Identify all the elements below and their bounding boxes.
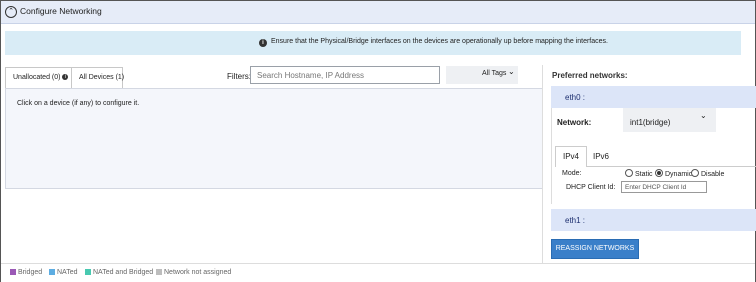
radio-selected-icon <box>655 169 663 177</box>
legend-item-bridged: Bridged <box>10 269 42 276</box>
legend-item-nated-bridged: NATed and Bridged <box>85 269 153 276</box>
info-message: Ensure that the Physical/Bridge interfac… <box>271 38 608 45</box>
legend-swatch <box>85 269 91 275</box>
radio-icon <box>691 169 699 177</box>
configure-networking-panel: ⌃ Configure Networking i Ensure that the… <box>0 0 756 282</box>
legend-label: Bridged <box>18 269 43 276</box>
legend-label: Network not assigned <box>164 269 232 276</box>
chevron-down-icon: ⌄ <box>700 111 707 120</box>
mode-radio-dynamic[interactable]: Dynamic <box>655 169 692 178</box>
tab-unallocated[interactable]: Unallocated (0) i <box>5 67 73 88</box>
network-label: Network: <box>557 118 592 127</box>
divider <box>542 65 543 265</box>
mode-dynamic-label: Dynamic <box>665 171 693 178</box>
tab-ipv6[interactable]: IPv6 <box>585 146 615 167</box>
legend-swatch <box>10 269 16 275</box>
info-icon: i <box>62 74 69 81</box>
legend-label: NATed and Bridged <box>93 269 154 276</box>
network-select-value: int1(bridge) <box>630 118 671 127</box>
reassign-networks-button[interactable]: REASSIGN NETWORKS <box>551 239 639 259</box>
ip-version-tabs: IPv4 IPv6 <box>555 146 756 167</box>
dhcp-client-id-label: DHCP Client Id: <box>566 184 616 191</box>
legend: Bridged NATed NATed and Bridged Network … <box>1 263 755 282</box>
interface-eth1-name: eth1 : <box>565 216 586 225</box>
legend-swatch <box>156 269 162 275</box>
tab-all-devices[interactable]: All Devices (1) <box>71 67 125 88</box>
dhcp-client-id-input[interactable] <box>621 181 707 193</box>
tab-all-devices-label: All Devices (1) <box>79 74 125 81</box>
mode-static-label: Static <box>635 171 653 178</box>
legend-label: NATed <box>57 269 78 276</box>
collapse-icon[interactable]: ⌃ <box>5 6 17 18</box>
legend-swatch <box>49 269 55 275</box>
tab-unallocated-label: Unallocated (0) <box>13 74 61 81</box>
tab-ipv4[interactable]: IPv4 <box>555 146 587 167</box>
interface-eth0-header[interactable]: eth0 : <box>551 86 756 108</box>
interface-eth0-name: eth0 : <box>565 93 586 102</box>
legend-item-nated: NATed <box>49 269 78 276</box>
legend-item-not-assigned: Network not assigned <box>156 269 231 276</box>
mode-radio-static[interactable]: Static <box>625 169 653 178</box>
info-banner: i Ensure that the Physical/Bridge interf… <box>5 31 741 55</box>
device-hint: Click on a device (if any) to configure … <box>17 100 140 107</box>
tags-dropdown[interactable]: All Tags ⌄ <box>446 66 518 84</box>
chevron-down-icon: ⌄ <box>508 67 515 76</box>
tags-dropdown-label: All Tags <box>482 70 507 77</box>
mode-label: Mode: <box>562 170 582 177</box>
network-select[interactable]: int1(bridge) ⌄ <box>623 108 716 132</box>
search-input[interactable] <box>250 66 440 84</box>
interface-eth0-body: Network: int1(bridge) ⌄ IPv4 IPv6 Mode: … <box>551 108 756 204</box>
radio-icon <box>625 169 633 177</box>
mode-disable-label: Disable <box>701 171 725 178</box>
mode-radio-disable[interactable]: Disable <box>691 169 724 178</box>
filters-label: Filters: <box>227 72 251 81</box>
device-list-panel: Click on a device (if any) to configure … <box>5 88 543 189</box>
info-icon: i <box>259 39 267 47</box>
page-title: Configure Networking <box>20 6 102 16</box>
preferred-networks-label: Preferred networks: <box>552 71 628 80</box>
interface-eth1-header[interactable]: eth1 : <box>551 209 756 231</box>
header-bar: ⌃ Configure Networking <box>1 1 755 24</box>
